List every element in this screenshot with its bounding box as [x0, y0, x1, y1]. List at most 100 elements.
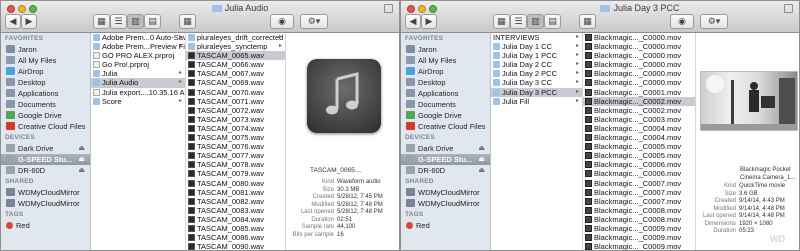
- list-item[interactable]: TASCAM_0081.wav: [186, 188, 285, 197]
- sidebar-item-g-speed-stu[interactable]: G-SPEED Stu... ⏏: [1, 154, 90, 165]
- action-menu-button[interactable]: ⚙▾: [700, 14, 728, 29]
- list-item[interactable]: INTERVIEWS ▸: [491, 33, 582, 42]
- list-item[interactable]: Julia Day 3 CC ▸: [491, 78, 582, 87]
- minimize-window-button[interactable]: [418, 5, 426, 13]
- list-item[interactable]: Blackmagic..._C0005.mov: [583, 142, 695, 151]
- list-item[interactable]: Julia Day 1 PCC ▸: [491, 51, 582, 60]
- list-item[interactable]: Blackmagic..._C0000.mov: [583, 51, 695, 60]
- zoom-window-button[interactable]: [29, 5, 37, 13]
- list-item[interactable]: Julia ▸: [91, 69, 185, 78]
- list-item[interactable]: TASCAM_0090.wav: [186, 242, 285, 250]
- list-item[interactable]: Blackmagic..._C0003.mov: [583, 115, 695, 124]
- sidebar-item-desktop[interactable]: Desktop: [1, 77, 90, 88]
- list-item[interactable]: pluraleyes_drift_corrected ▸: [186, 33, 285, 42]
- minimize-window-button[interactable]: [18, 5, 26, 13]
- list-item[interactable]: TASCAM_0086.wav: [186, 233, 285, 242]
- list-item[interactable]: TASCAM_0077.wav: [186, 151, 285, 160]
- list-item[interactable]: Blackmagic..._C0005.mov: [583, 151, 695, 160]
- coverflow-view-button[interactable]: ▤: [144, 14, 161, 29]
- list-item[interactable]: TASCAM_0067.wav: [186, 69, 285, 78]
- sidebar-item-dark-drive[interactable]: Dark Drive ⏏: [401, 143, 490, 154]
- back-button[interactable]: ◀: [405, 14, 421, 29]
- list-view-button[interactable]: ☰: [110, 14, 127, 29]
- forward-button[interactable]: ▶: [21, 14, 37, 29]
- list-item[interactable]: TASCAM_0082.wav: [186, 197, 285, 206]
- list-item[interactable]: TASCAM_0080.wav: [186, 179, 285, 188]
- arrange-button[interactable]: ▦: [179, 14, 196, 29]
- sidebar-item-desktop[interactable]: Desktop: [401, 77, 490, 88]
- sidebar-item-red[interactable]: Red: [1, 220, 90, 231]
- title-bar[interactable]: Julia Day 3 PCC ◀ ▶ ▦ ☰ ▥ ▤ ▦ ◉ ⚙▾: [401, 1, 799, 33]
- column-view-button[interactable]: ▥: [527, 14, 544, 29]
- list-item[interactable]: TASCAM_0075.wav: [186, 133, 285, 142]
- fullscreen-button[interactable]: [384, 4, 393, 13]
- list-item[interactable]: Blackmagic..._C0007.mov: [583, 197, 695, 206]
- sidebar-item-all-my-files[interactable]: All My Files: [401, 55, 490, 66]
- list-item[interactable]: TASCAM_0065.wav: [186, 51, 285, 61]
- eject-icon[interactable]: ⏏: [78, 165, 85, 176]
- sidebar-item-wdmycloudmirror[interactable]: WDMyCloudMirror: [1, 198, 90, 209]
- list-item[interactable]: TASCAM_0069.wav: [186, 78, 285, 87]
- sidebar-item-wdmycloudmirror[interactable]: WDMyCloudMirror: [401, 187, 490, 198]
- eject-icon[interactable]: ⏏: [478, 165, 485, 176]
- list-item[interactable]: Adobe Prem...0 Auto-Save ▸: [91, 33, 185, 42]
- list-item[interactable]: Blackmagic..._C0009.mov: [583, 242, 695, 250]
- list-item[interactable]: TASCAM_0070.wav: [186, 88, 285, 97]
- sidebar-item-dark-drive[interactable]: Dark Drive ⏏: [1, 143, 90, 154]
- list-item[interactable]: Blackmagic..._C0002.mov: [583, 96, 695, 106]
- title-bar[interactable]: Julia Audio ◀ ▶ ▦ ☰ ▥ ▤ ▦ ◉ ⚙▾: [1, 1, 399, 33]
- list-item[interactable]: TASCAM_0076.wav: [186, 142, 285, 151]
- fullscreen-button[interactable]: [784, 4, 793, 13]
- eject-icon[interactable]: ⏏: [78, 143, 85, 154]
- list-item[interactable]: Blackmagic..._C0009.mov: [583, 224, 695, 233]
- list-item[interactable]: Blackmagic..._C0000.mov: [583, 42, 695, 51]
- eject-icon[interactable]: ⏏: [78, 154, 85, 165]
- list-item[interactable]: Julia Fill ▸: [491, 97, 582, 106]
- sidebar-item-documents[interactable]: Documents: [1, 99, 90, 110]
- eject-icon[interactable]: ⏏: [478, 143, 485, 154]
- sidebar-item-applications[interactable]: Applications: [1, 88, 90, 99]
- sidebar-item-google-drive[interactable]: Google Drive: [1, 110, 90, 121]
- sidebar-item-documents[interactable]: Documents: [401, 99, 490, 110]
- list-item[interactable]: Adobe Prem...Preview Files▸: [91, 42, 185, 51]
- list-item[interactable]: TASCAM_0072.wav: [186, 106, 285, 115]
- list-item[interactable]: Blackmagic..._C0006.mov: [583, 169, 695, 178]
- sidebar-item-jaron[interactable]: Jaron: [1, 44, 90, 55]
- list-item[interactable]: Blackmagic..._C0004.mov: [583, 124, 695, 133]
- sidebar-item-dr-60d[interactable]: DR-60D ⏏: [1, 165, 90, 176]
- sidebar-item-creative-cloud-files[interactable]: Creative Cloud Files: [1, 121, 90, 132]
- forward-button[interactable]: ▶: [421, 14, 437, 29]
- list-item[interactable]: GO PRO ALEX.prproj: [91, 51, 185, 60]
- list-item[interactable]: Julia Audio ▸: [91, 78, 185, 88]
- list-item[interactable]: Blackmagic..._C0000.mov: [583, 78, 695, 87]
- list-item[interactable]: Blackmagic..._C0008.mov: [583, 215, 695, 224]
- list-item[interactable]: TASCAM_0083.wav: [186, 206, 285, 215]
- list-item[interactable]: Julia Day 2 PCC ▸: [491, 69, 582, 78]
- icon-view-button[interactable]: ▦: [493, 14, 510, 29]
- list-item[interactable]: TASCAM_0073.wav: [186, 115, 285, 124]
- sidebar-item-airdrop[interactable]: AirDrop: [1, 66, 90, 77]
- eject-icon[interactable]: ⏏: [478, 154, 485, 165]
- quicklook-button[interactable]: ◉: [670, 14, 694, 29]
- sidebar-item-google-drive[interactable]: Google Drive: [401, 110, 490, 121]
- list-item[interactable]: TASCAM_0084.wav: [186, 215, 285, 224]
- close-window-button[interactable]: [7, 5, 15, 13]
- sidebar-item-dr-60d[interactable]: DR-60D ⏏: [401, 165, 490, 176]
- list-item[interactable]: Julia Day 3 PCC ▸: [491, 87, 582, 97]
- list-item[interactable]: Blackmagic..._C0000.mov: [583, 33, 695, 42]
- list-item[interactable]: Go Pro!.prproj: [91, 60, 185, 69]
- sidebar-item-creative-cloud-files[interactable]: Creative Cloud Files: [401, 121, 490, 132]
- column-view-button[interactable]: ▥: [127, 14, 144, 29]
- list-view-button[interactable]: ☰: [510, 14, 527, 29]
- sidebar-item-wdmycloudmirror[interactable]: WDMyCloudMirror: [401, 198, 490, 209]
- list-item[interactable]: TASCAM_0085.wav: [186, 224, 285, 233]
- icon-view-button[interactable]: ▦: [93, 14, 110, 29]
- list-item[interactable]: pluraleyes_synctemp ▸: [186, 42, 285, 51]
- sidebar-item-g-speed-stu[interactable]: G-SPEED Stu... ⏏: [401, 154, 490, 165]
- list-item[interactable]: Blackmagic..._C0001.mov: [583, 88, 695, 97]
- list-item[interactable]: Score ▸: [91, 97, 185, 106]
- back-button[interactable]: ◀: [5, 14, 21, 29]
- list-item[interactable]: TASCAM_0074.wav: [186, 124, 285, 133]
- list-item[interactable]: Blackmagic..._C0004.mov: [583, 133, 695, 142]
- action-menu-button[interactable]: ⚙▾: [300, 14, 328, 29]
